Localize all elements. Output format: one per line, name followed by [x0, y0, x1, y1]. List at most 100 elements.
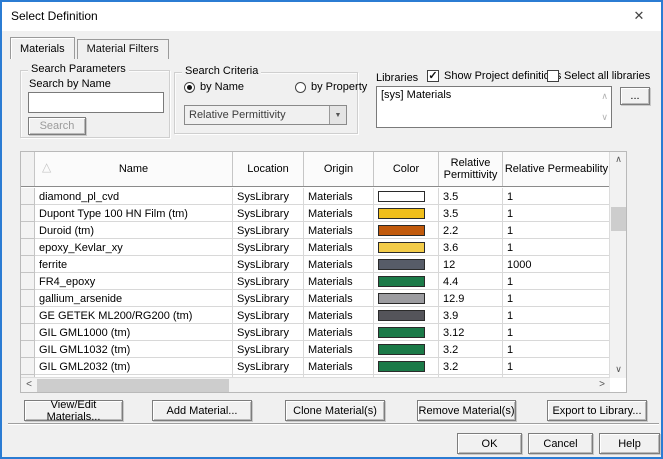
- cell-permeability: 1: [503, 290, 610, 307]
- cell-location: SysLibrary: [233, 307, 304, 324]
- cell-permeability: 1: [503, 341, 610, 358]
- cell-origin: Materials: [304, 324, 374, 341]
- cell-color: [374, 188, 439, 205]
- cell-name: epoxy_Kevlar_xy: [35, 239, 233, 256]
- cell-permittivity: 3.6: [439, 239, 503, 256]
- sort-ascending-icon: △: [42, 160, 52, 174]
- cell-origin: Materials: [304, 205, 374, 222]
- library-item[interactable]: [sys] Materials: [377, 87, 611, 103]
- table-row[interactable]: diamond_pl_cvd SysLibrary Materials 3.5 1: [21, 188, 610, 205]
- cell-location: SysLibrary: [233, 290, 304, 307]
- radio-selected-icon: [184, 81, 195, 93]
- by-name-label: by Name: [200, 81, 245, 93]
- table-row[interactable]: GE GETEK ML200/RG200 (tm) SysLibrary Mater…: [21, 307, 610, 324]
- search-button[interactable]: Search: [28, 117, 86, 135]
- scroll-down-icon[interactable]: ∨: [610, 362, 627, 378]
- row-selector[interactable]: [21, 239, 35, 256]
- search-input[interactable]: [28, 92, 164, 113]
- row-selector[interactable]: [21, 307, 35, 324]
- cell-color: [374, 358, 439, 375]
- row-selector[interactable]: [21, 341, 35, 358]
- export-to-library-button[interactable]: Export to Library...: [547, 400, 647, 421]
- tab-materials[interactable]: Materials: [10, 37, 75, 59]
- horizontal-scrollbar[interactable]: < >: [21, 377, 610, 392]
- row-selector[interactable]: [21, 358, 35, 375]
- cell-permeability: 1: [503, 188, 610, 205]
- cell-name: ferrite: [35, 256, 233, 273]
- cell-origin: Materials: [304, 239, 374, 256]
- column-header-location[interactable]: Location: [233, 152, 304, 186]
- row-selector[interactable]: [21, 290, 35, 307]
- title-bar[interactable]: Select Definition ✕: [2, 2, 661, 31]
- cell-permittivity: 3.2: [439, 358, 503, 375]
- column-header-origin[interactable]: Origin: [304, 152, 374, 186]
- table-row[interactable]: gallium_arsenide SysLibrary Materials 12.9 1: [21, 290, 610, 307]
- row-selector[interactable]: [21, 222, 35, 239]
- row-selector[interactable]: [21, 205, 35, 222]
- radio-by-property[interactable]: by Property: [295, 81, 367, 93]
- cell-permittivity: 3.5: [439, 188, 503, 205]
- cell-location: SysLibrary: [233, 273, 304, 290]
- cell-color: [374, 307, 439, 324]
- remove-material-button[interactable]: Remove Material(s): [417, 400, 516, 421]
- clone-material-button[interactable]: Clone Material(s): [285, 400, 385, 421]
- cell-origin: Materials: [304, 256, 374, 273]
- row-selector[interactable]: [21, 188, 35, 205]
- ok-button[interactable]: OK: [457, 433, 522, 454]
- close-icon: ✕: [633, 8, 645, 23]
- row-selector[interactable]: [21, 324, 35, 341]
- cell-name: diamond_pl_cvd: [35, 188, 233, 205]
- cancel-button[interactable]: Cancel: [528, 433, 593, 454]
- checkbox-unchecked-icon: [547, 70, 559, 82]
- row-selector[interactable]: [21, 273, 35, 290]
- view-edit-materials-button[interactable]: View/Edit Materials...: [24, 399, 123, 423]
- horizontal-scrollbar-thumb[interactable]: [37, 379, 229, 392]
- cell-location: SysLibrary: [233, 239, 304, 256]
- column-header-name[interactable]: △ Name: [35, 152, 233, 186]
- scroll-up-icon[interactable]: ∧: [610, 152, 627, 168]
- tab-material-filters-label: Material Filters: [86, 43, 159, 55]
- property-dropdown[interactable]: Relative Permittivity ▼: [184, 105, 347, 125]
- column-header-permeability[interactable]: Relative Permeability: [503, 152, 610, 186]
- cell-color: [374, 290, 439, 307]
- vertical-scrollbar-thumb[interactable]: [611, 207, 626, 231]
- show-project-definitions-checkbox[interactable]: ✓ Show Project definitions: [427, 70, 561, 82]
- table-row[interactable]: GIL GML1032 (tm) SysLibrary Materials 3.2 1: [21, 341, 610, 358]
- cell-permittivity: 3.12: [439, 324, 503, 341]
- cell-name: FR4_epoxy: [35, 273, 233, 290]
- cell-color: [374, 324, 439, 341]
- row-selector[interactable]: [21, 256, 35, 273]
- libraries-listbox[interactable]: [sys] Materials ∧ ∨: [376, 86, 612, 128]
- window-title: Select Definition: [11, 9, 98, 23]
- column-header-permittivity[interactable]: Relative Permittivity: [439, 152, 503, 186]
- table-row[interactable]: GIL GML1000 (tm) SysLibrary Materials 3.12 1: [21, 324, 610, 341]
- tab-material-filters[interactable]: Material Filters: [76, 39, 169, 59]
- cell-name: GIL GML1000 (tm): [35, 324, 233, 341]
- divider: [8, 423, 659, 425]
- table-row[interactable]: FR4_epoxy SysLibrary Materials 4.4 1: [21, 273, 610, 290]
- table-row[interactable]: Dupont Type 100 HN Film (tm) SysLibrary Ma…: [21, 205, 610, 222]
- column-header-color[interactable]: Color: [374, 152, 439, 186]
- column-header-selector[interactable]: [21, 152, 35, 186]
- table-row[interactable]: ferrite SysLibrary Materials 12 1000: [21, 256, 610, 273]
- table-row[interactable]: epoxy_Kevlar_xy SysLibrary Materials 3.6 1: [21, 239, 610, 256]
- scroll-up-icon[interactable]: ∧: [601, 92, 608, 101]
- color-swatch: [378, 310, 425, 321]
- cell-name: Duroid (tm): [35, 222, 233, 239]
- close-button[interactable]: ✕: [630, 7, 648, 25]
- cell-location: SysLibrary: [233, 188, 304, 205]
- help-button[interactable]: Help: [599, 433, 660, 454]
- table-row[interactable]: GIL GML2032 (tm) SysLibrary Materials 3.2 1: [21, 358, 610, 375]
- radio-by-name[interactable]: by Name: [184, 81, 244, 93]
- select-all-libraries-checkbox[interactable]: Select all libraries: [547, 70, 650, 82]
- add-material-button[interactable]: Add Material...: [152, 400, 252, 421]
- scroll-down-icon[interactable]: ∨: [601, 113, 608, 122]
- scroll-left-icon[interactable]: <: [21, 378, 37, 393]
- cell-permittivity: 12: [439, 256, 503, 273]
- scroll-right-icon[interactable]: >: [594, 378, 610, 393]
- cell-origin: Materials: [304, 222, 374, 239]
- browse-libraries-button[interactable]: ...: [620, 87, 650, 105]
- vertical-scrollbar[interactable]: ∧ ∨: [609, 152, 626, 378]
- table-row[interactable]: Duroid (tm) SysLibrary Materials 2.2 1: [21, 222, 610, 239]
- show-project-definitions-label: Show Project definitions: [444, 70, 562, 82]
